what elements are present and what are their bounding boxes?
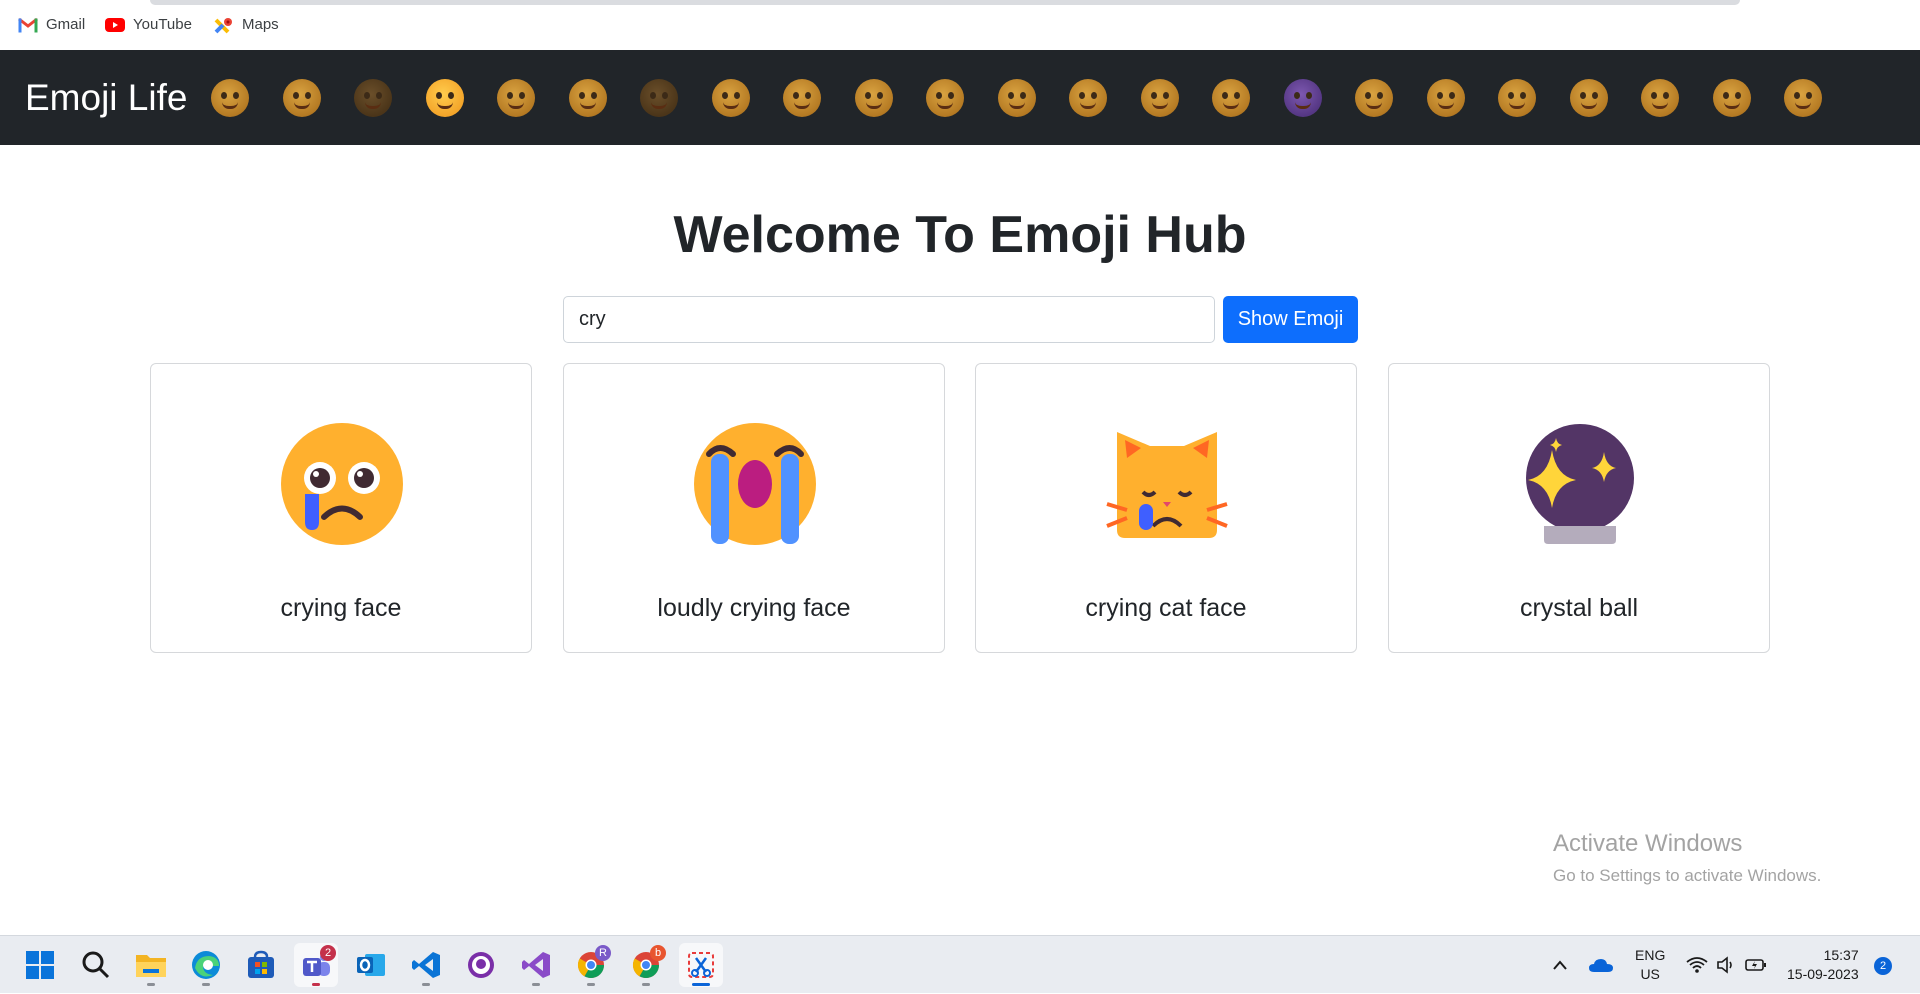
taskbar: 2 R b ENG US 15:37 15-09-2023 2 — [0, 935, 1920, 993]
kiss-face-icon[interactable] — [640, 78, 679, 117]
bookmarks-bar: Gmail YouTube Maps — [0, 0, 1920, 50]
notification-badge[interactable]: 2 — [1874, 957, 1892, 975]
snipping-tool-icon[interactable] — [679, 943, 723, 987]
emoji-name: crystal ball — [1519, 594, 1639, 622]
vscode-icon[interactable] — [404, 943, 448, 987]
page-title: Welcome To Emoji Hub — [673, 206, 1247, 264]
squinting-face-icon[interactable] — [854, 78, 893, 117]
show-emoji-button[interactable]: Show Emoji — [1223, 296, 1358, 343]
bookmark-label: YouTube — [133, 16, 192, 33]
sunglasses-face-icon-2[interactable] — [1712, 78, 1751, 117]
relieved-face-icon[interactable] — [354, 78, 393, 117]
maps-icon — [214, 17, 234, 33]
smiling-eyes-face-icon[interactable] — [926, 78, 965, 117]
language-code: ENG — [1635, 947, 1666, 963]
loudly-crying-face-icon — [694, 423, 816, 545]
watermark-title: Activate Windows — [1553, 830, 1743, 857]
crying-cat-face-icon — [1106, 432, 1228, 538]
emoji-name: loudly crying face — [657, 594, 851, 622]
sunglasses-face-icon[interactable] — [568, 78, 607, 117]
battery-icon[interactable] — [1745, 936, 1767, 994]
chrome-icon-2[interactable]: b — [624, 943, 668, 987]
volume-icon[interactable] — [1716, 936, 1736, 994]
profile-badge: R — [595, 945, 611, 961]
chrome-icon[interactable]: R — [569, 943, 613, 987]
chevron-up-icon — [1553, 960, 1567, 970]
outlook-icon[interactable] — [349, 943, 393, 987]
activate-windows-watermark: Activate Windows Go to Settings to activ… — [1553, 830, 1821, 886]
bookmark-label: Maps — [242, 16, 279, 33]
beaming-face-icon[interactable] — [997, 78, 1036, 117]
file-explorer-icon[interactable] — [129, 943, 173, 987]
github-desktop-icon[interactable] — [459, 943, 503, 987]
relieved-face-icon-2[interactable] — [1569, 78, 1608, 117]
big-eyes-face-icon[interactable] — [783, 78, 822, 117]
clock[interactable]: 15:37 15-09-2023 — [1787, 936, 1859, 994]
face-savoring-food-icon[interactable] — [282, 78, 321, 117]
youtube-icon — [105, 17, 125, 33]
halo-face-icon[interactable] — [425, 78, 464, 117]
store-icon[interactable] — [239, 943, 283, 987]
visual-studio-icon[interactable] — [514, 943, 558, 987]
bookmark-youtube[interactable]: YouTube — [105, 16, 192, 33]
profile-badge: b — [650, 945, 666, 961]
bookmark-gmail[interactable]: Gmail — [18, 16, 85, 33]
crystal-ball-icon — [1526, 424, 1634, 544]
gmail-icon — [18, 17, 38, 33]
start-icon[interactable] — [18, 943, 62, 987]
emoji-card[interactable]: crystal ball — [1388, 363, 1770, 653]
halo-face-icon-2[interactable] — [1212, 78, 1251, 117]
emoji-name: crying face — [280, 594, 402, 622]
crying-face-icon — [281, 423, 403, 545]
emoji-card[interactable]: loudly crying face — [563, 363, 945, 653]
emoji-name: crying cat face — [1085, 594, 1247, 622]
laughing-face-icon[interactable] — [1140, 78, 1179, 117]
watermark-subtitle: Go to Settings to activate Windows. — [1553, 866, 1822, 885]
sweat-face-icon[interactable] — [1069, 78, 1108, 117]
bookmark-label: Gmail — [46, 16, 86, 33]
grinning-face-icon[interactable] — [711, 78, 750, 117]
smirking-face-icon[interactable] — [1784, 78, 1823, 117]
bookmark-maps[interactable]: Maps — [214, 16, 279, 33]
heart-eyes-face-icon[interactable] — [497, 78, 536, 117]
search-icon[interactable] — [74, 943, 118, 987]
smiling-face-icon-2[interactable] — [1426, 78, 1465, 117]
tab-strip-edge — [150, 0, 1740, 5]
edge-icon[interactable] — [184, 943, 228, 987]
teams-badge: 2 — [320, 945, 336, 961]
face-savoring-food-icon-2[interactable] — [1498, 78, 1537, 117]
brand-title[interactable]: Emoji Life — [25, 77, 187, 119]
clock-time: 15:37 — [1823, 947, 1859, 963]
winking-face-icon[interactable] — [1355, 78, 1394, 117]
show-hidden-icons[interactable] — [1552, 936, 1568, 994]
onedrive-icon[interactable] — [1589, 936, 1613, 994]
navbar: Emoji Life — [0, 50, 1920, 145]
heart-eyes-face-icon-2[interactable] — [1641, 78, 1680, 117]
emoji-card[interactable]: crying face — [150, 363, 532, 653]
emoji-card[interactable]: crying cat face — [975, 363, 1357, 653]
teams-icon[interactable]: 2 — [294, 943, 338, 987]
search-input[interactable] — [563, 296, 1215, 343]
language-indicator[interactable]: ENG US — [1635, 936, 1665, 994]
region-code: US — [1640, 966, 1660, 982]
horns-face-icon[interactable] — [1283, 78, 1322, 117]
clock-date: 15-09-2023 — [1787, 966, 1859, 982]
smiling-face-icon[interactable] — [211, 78, 250, 117]
wifi-icon[interactable] — [1686, 936, 1708, 994]
